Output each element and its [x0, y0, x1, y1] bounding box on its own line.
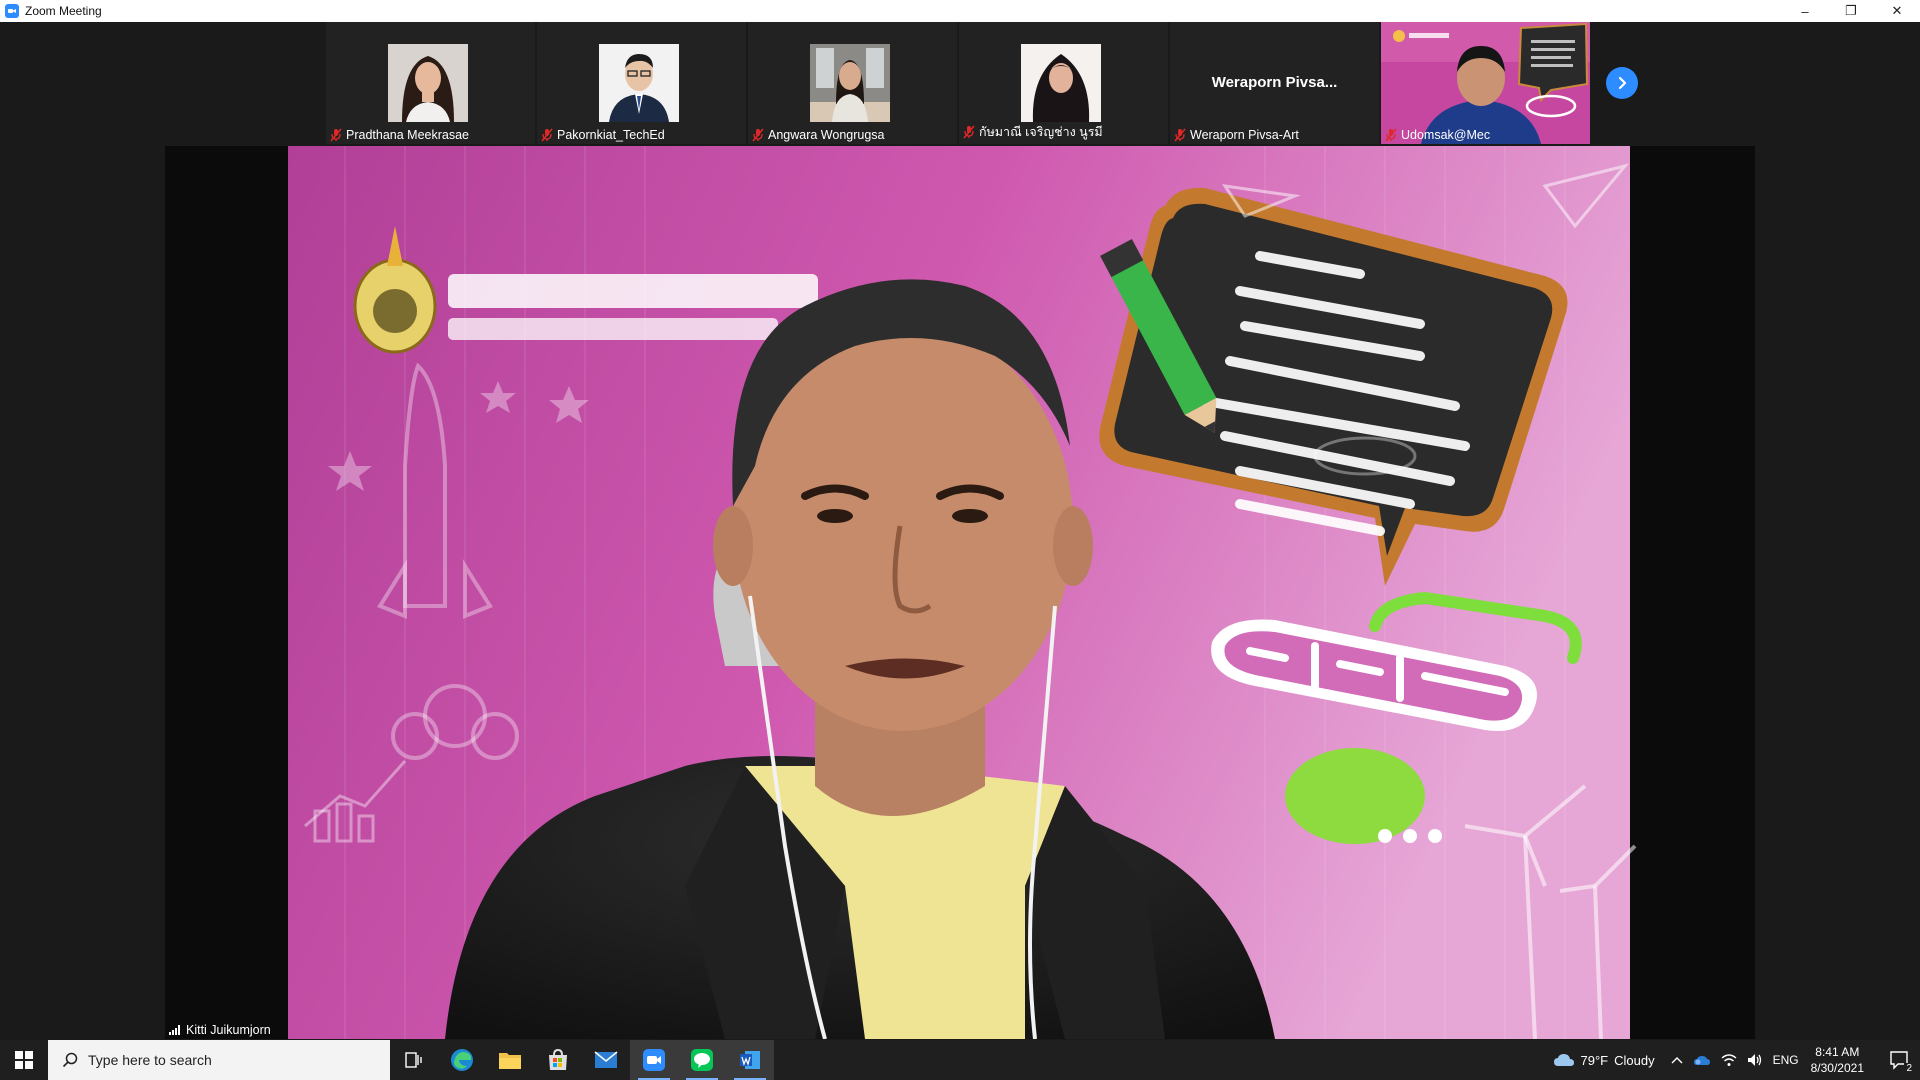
clock-date: 8/30/2021 [1810, 1061, 1864, 1075]
word-icon [740, 1051, 760, 1069]
store-icon [549, 1049, 567, 1070]
cloud-icon [1553, 1054, 1574, 1066]
participant-name-text: Udomsak@Mec [1401, 128, 1491, 142]
task-view-icon [405, 1052, 422, 1068]
meeting-area: Pradthana Meekrasae Pakornkiat_TechEd An… [0, 22, 1920, 1040]
edge-button[interactable] [438, 1040, 486, 1080]
windows-taskbar: Type here to search 79°F Cloudy ENG 8:41… [0, 1040, 1920, 1080]
participant-name-text: กัษมาณี เจริญช่าง นูรมี [979, 125, 1103, 139]
participant-name: Weraporn Pivsa-Art [1174, 128, 1299, 142]
windows-logo-icon [15, 1051, 33, 1069]
participant-name-text: Weraporn Pivsa-Art [1190, 128, 1299, 142]
speaker-label: Kitti Juikumjorn [169, 1023, 271, 1037]
participant-tile[interactable]: Angwara Wongrugsa [748, 22, 957, 144]
participant-tile[interactable]: กัษมาณี เจริญช่าง นูรมี [959, 22, 1168, 144]
search-placeholder: Type here to search [88, 1052, 212, 1068]
window-title: Zoom Meeting [25, 4, 102, 18]
mic-muted-icon [963, 125, 975, 139]
speaker-name: Kitti Juikumjorn [186, 1023, 271, 1037]
minimize-button[interactable]: – [1782, 0, 1828, 22]
mic-muted-icon [541, 128, 553, 142]
participant-name: Udomsak@Mec [1385, 128, 1490, 142]
participant-photo [1021, 44, 1101, 122]
participant-name-text: Pradthana Meekrasae [346, 128, 469, 142]
store-button[interactable] [534, 1040, 582, 1080]
next-participants-button[interactable] [1606, 67, 1638, 99]
title-bar: Zoom Meeting – ❐ ✕ [0, 0, 1920, 22]
tray-icons: ENG [1671, 1053, 1799, 1067]
clock[interactable]: 8:41 AM 8/30/2021 [1811, 1044, 1864, 1076]
weather-temp: 79°F [1580, 1052, 1609, 1068]
file-explorer-icon [499, 1053, 521, 1069]
mic-muted-icon [752, 128, 764, 142]
notification-center-button[interactable]: 2 [1880, 1040, 1920, 1080]
active-speaker-video: Kitti Juikumjorn [165, 146, 1755, 1039]
mail-button[interactable] [582, 1040, 630, 1080]
clock-time: 8:41 AM [1815, 1045, 1860, 1059]
line-button[interactable] [678, 1040, 726, 1080]
zoom-app-icon [5, 4, 19, 18]
participant-photo [599, 44, 679, 122]
edge-icon [451, 1049, 473, 1071]
volume-icon[interactable] [1747, 1053, 1763, 1067]
mail-icon [594, 1051, 618, 1068]
speaker-video-frame [165, 146, 1755, 1039]
participant-tile[interactable]: Pradthana Meekrasae [326, 22, 535, 144]
close-button[interactable]: ✕ [1874, 0, 1920, 22]
mic-muted-icon [1174, 128, 1186, 142]
chevron-right-icon [1618, 76, 1627, 90]
mic-muted-icon [330, 128, 342, 142]
window-controls: – ❐ ✕ [1782, 0, 1920, 22]
participant-strip: Pradthana Meekrasae Pakornkiat_TechEd An… [326, 22, 1590, 144]
participant-display-name: Weraporn Pivsa... [1211, 74, 1338, 91]
language-indicator[interactable]: ENG [1773, 1053, 1799, 1067]
participant-name: Angwara Wongrugsa [752, 128, 885, 142]
chevron-up-icon[interactable] [1671, 1056, 1683, 1064]
participant-tile[interactable]: Pakornkiat_TechEd [537, 22, 746, 144]
line-icon [691, 1049, 713, 1071]
participant-photo [810, 44, 890, 122]
participant-name: Pradthana Meekrasae [330, 128, 469, 142]
participant-tile[interactable]: Udomsak@Mec [1381, 22, 1590, 144]
word-button[interactable] [726, 1040, 774, 1080]
participant-name-text: Angwara Wongrugsa [768, 128, 885, 142]
system-tray: 79°F Cloudy ENG 8:41 AM 8/30/2021 2 [1553, 1040, 1920, 1080]
weather-description: Cloudy [1614, 1052, 1655, 1068]
onedrive-icon[interactable] [1693, 1053, 1711, 1067]
participant-name-text: Pakornkiat_TechEd [557, 128, 665, 142]
signal-bars-icon [169, 1025, 180, 1035]
participant-name: Pakornkiat_TechEd [541, 128, 665, 142]
participant-tile[interactable]: Weraporn Pivsa... Weraporn Pivsa-Art [1170, 22, 1379, 144]
restore-button[interactable]: ❐ [1828, 0, 1874, 22]
weather-widget[interactable]: 79°F Cloudy [1553, 1052, 1655, 1068]
participant-name: กัษมาณี เจริญช่าง นูรมี [963, 122, 1103, 142]
participant-video [1381, 22, 1590, 144]
search-icon [62, 1052, 78, 1068]
task-view-button[interactable] [390, 1040, 438, 1080]
mic-muted-icon [1385, 128, 1397, 142]
zoom-icon [643, 1049, 665, 1071]
taskbar-search-box[interactable]: Type here to search [48, 1040, 390, 1080]
start-button[interactable] [0, 1040, 48, 1080]
zoom-button[interactable] [630, 1040, 678, 1080]
participant-photo [388, 44, 468, 122]
notification-count: 2 [1904, 1063, 1914, 1074]
wifi-icon[interactable] [1721, 1053, 1737, 1067]
file-explorer-button[interactable] [486, 1040, 534, 1080]
